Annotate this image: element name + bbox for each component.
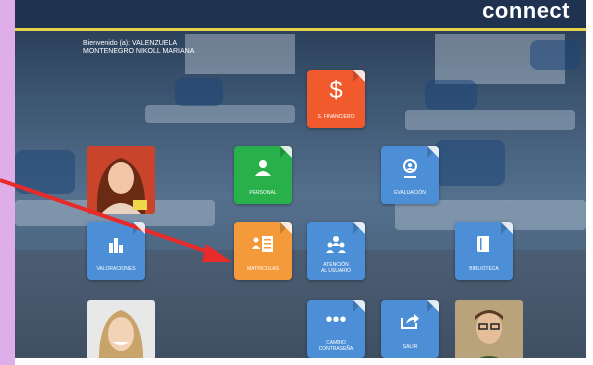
annotation-arrow: [0, 178, 232, 262]
